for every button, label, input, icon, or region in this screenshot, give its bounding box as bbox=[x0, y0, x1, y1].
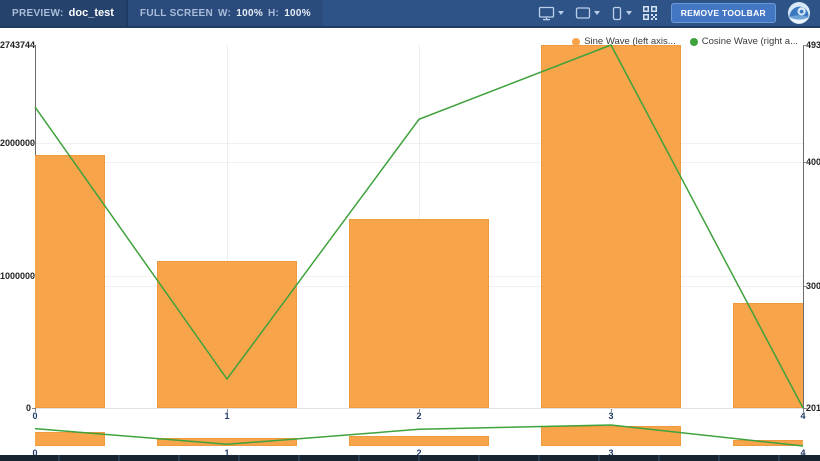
overview-bar-4 bbox=[733, 440, 803, 446]
chevron-down-icon bbox=[626, 11, 632, 15]
left-axis-tick bbox=[32, 276, 35, 277]
remove-toolbar-button[interactable]: REMOVE TOOLBAR bbox=[671, 3, 776, 23]
preview-title-box: PREVIEW: doc_test bbox=[0, 0, 128, 26]
left-axis-tick-label: 2743744 bbox=[0, 40, 33, 50]
x-axis-tick-label: 3 bbox=[591, 411, 631, 421]
toolbar-spacer bbox=[323, 0, 538, 26]
left-axis-tick bbox=[32, 143, 35, 144]
legend-label: Sine Wave (left axis... bbox=[584, 36, 676, 47]
right-axis-tick bbox=[804, 45, 807, 46]
fullscreen-size-box: FULL SCREEN W: 100% H: 100% bbox=[128, 0, 323, 26]
bar-sine-wave-2 bbox=[349, 219, 489, 408]
bar-series-clip bbox=[35, 45, 803, 408]
tablet-icon bbox=[575, 6, 591, 20]
x-axis-tick bbox=[419, 409, 420, 412]
preview-label: PREVIEW: bbox=[12, 8, 64, 19]
tablet-size-button[interactable] bbox=[575, 6, 600, 20]
x-axis-tick-label: 4 bbox=[783, 411, 820, 421]
device-preview-group bbox=[538, 0, 657, 26]
overview-bar-3 bbox=[541, 426, 681, 446]
right-axis-tick-label: 3000 bbox=[806, 281, 820, 291]
height-label: H: bbox=[268, 8, 279, 19]
wave-logo[interactable] bbox=[788, 2, 810, 24]
width-label: W: bbox=[218, 8, 231, 19]
desktop-size-button[interactable] bbox=[538, 6, 564, 21]
left-axis-tick-label: 2000000 bbox=[0, 138, 33, 148]
chart-legend: Sine Wave (left axis... Cosine Wave (righ… bbox=[572, 36, 798, 47]
legend-marker-icon bbox=[572, 38, 580, 46]
chart-surface[interactable]: 2743744200000010000000493840003000201700… bbox=[0, 28, 820, 455]
chevron-down-icon bbox=[558, 11, 564, 15]
legend-label: Cosine Wave (right a... bbox=[702, 36, 798, 47]
right-axis-tick bbox=[804, 286, 807, 287]
left-axis-tick-label: 1000000 bbox=[0, 271, 33, 281]
legend-item-cosine: Cosine Wave (right a... bbox=[690, 36, 798, 47]
right-axis-line bbox=[803, 45, 804, 409]
x-axis-tick-label: 0 bbox=[15, 411, 55, 421]
phone-size-button[interactable] bbox=[611, 6, 632, 21]
right-axis-tick bbox=[804, 162, 807, 163]
app-window: PREVIEW: doc_test FULL SCREEN W: 100% H:… bbox=[0, 0, 820, 461]
x-axis-tick bbox=[35, 409, 36, 412]
right-axis-tick-label: 4938 bbox=[806, 40, 820, 50]
legend-marker-icon bbox=[690, 38, 698, 46]
bar-sine-wave-4 bbox=[733, 303, 803, 408]
bar-sine-wave-3 bbox=[541, 45, 681, 408]
right-axis-tick bbox=[804, 408, 807, 409]
phone-icon bbox=[611, 6, 623, 21]
x-axis-tick bbox=[611, 409, 612, 412]
x-axis-tick bbox=[227, 409, 228, 412]
width-value: 100% bbox=[236, 8, 263, 19]
chevron-down-icon bbox=[594, 11, 600, 15]
left-axis-tick bbox=[32, 45, 35, 46]
height-value: 100% bbox=[284, 8, 311, 19]
bar-sine-wave-1 bbox=[157, 261, 297, 408]
overview-bar-0 bbox=[35, 432, 105, 446]
preview-toolbar: PREVIEW: doc_test FULL SCREEN W: 100% H:… bbox=[0, 0, 820, 28]
overview-bar-1 bbox=[157, 438, 297, 446]
fullscreen-label: FULL SCREEN bbox=[140, 8, 213, 19]
qr-code-button[interactable] bbox=[643, 6, 657, 20]
legend-item-sine: Sine Wave (left axis... bbox=[572, 36, 676, 47]
bar-sine-wave-0 bbox=[35, 155, 105, 408]
overview-clip bbox=[35, 425, 803, 446]
x-axis-tick-label: 2 bbox=[399, 411, 439, 421]
right-axis-tick-label: 4000 bbox=[806, 157, 820, 167]
bottom-scrollbar-strip[interactable] bbox=[0, 455, 820, 461]
x-axis-tick bbox=[803, 409, 804, 412]
overview-bar-2 bbox=[349, 436, 489, 446]
desktop-icon bbox=[538, 6, 555, 21]
x-axis-tick-label: 1 bbox=[207, 411, 247, 421]
document-name: doc_test bbox=[69, 7, 114, 19]
qr-code-icon bbox=[643, 6, 657, 20]
